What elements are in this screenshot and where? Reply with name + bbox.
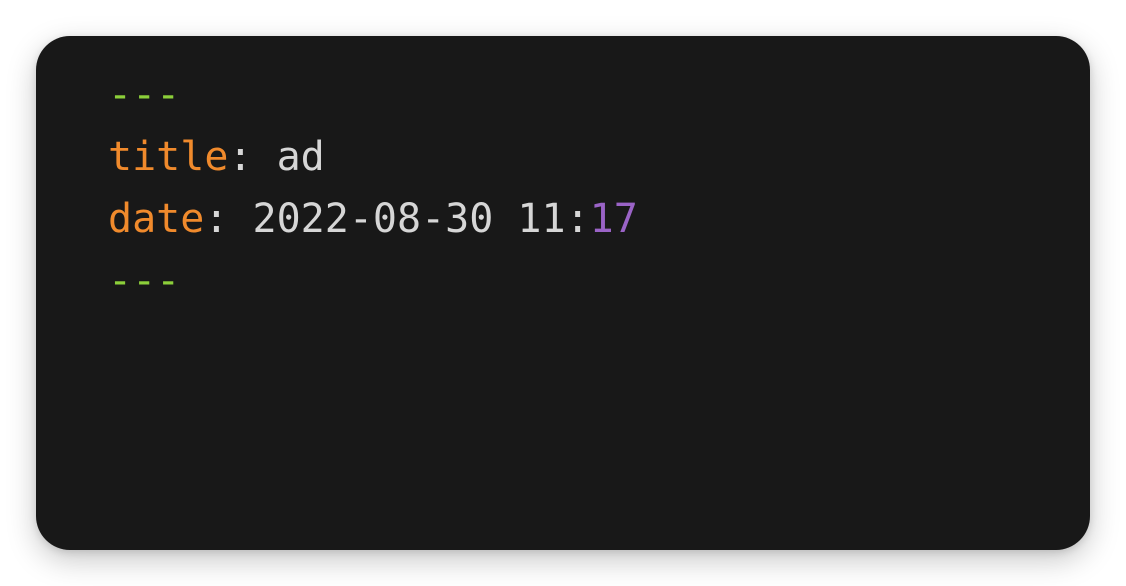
date-key: date xyxy=(108,196,205,242)
title-key: title xyxy=(108,134,229,180)
date-line: date: 2022-08-30 11:17 xyxy=(108,188,638,250)
front-matter-close-fence: --- xyxy=(108,258,181,304)
code-editor-window: --- title: ad date: 2022-08-30 11:17 --- xyxy=(36,36,1090,550)
date-minutes: 17 xyxy=(589,196,638,242)
front-matter-open-fence: --- xyxy=(108,72,181,118)
date-value: 2022-08-30 11: xyxy=(228,196,590,242)
title-line: title: ad xyxy=(108,126,638,188)
front-matter-close-line: --- xyxy=(108,250,638,312)
front-matter-code-block[interactable]: --- title: ad date: 2022-08-30 11:17 --- xyxy=(108,64,638,312)
date-colon: : xyxy=(204,196,229,242)
front-matter-open-line: --- xyxy=(108,64,638,126)
title-colon: : xyxy=(228,134,253,180)
title-value: ad xyxy=(252,134,325,180)
